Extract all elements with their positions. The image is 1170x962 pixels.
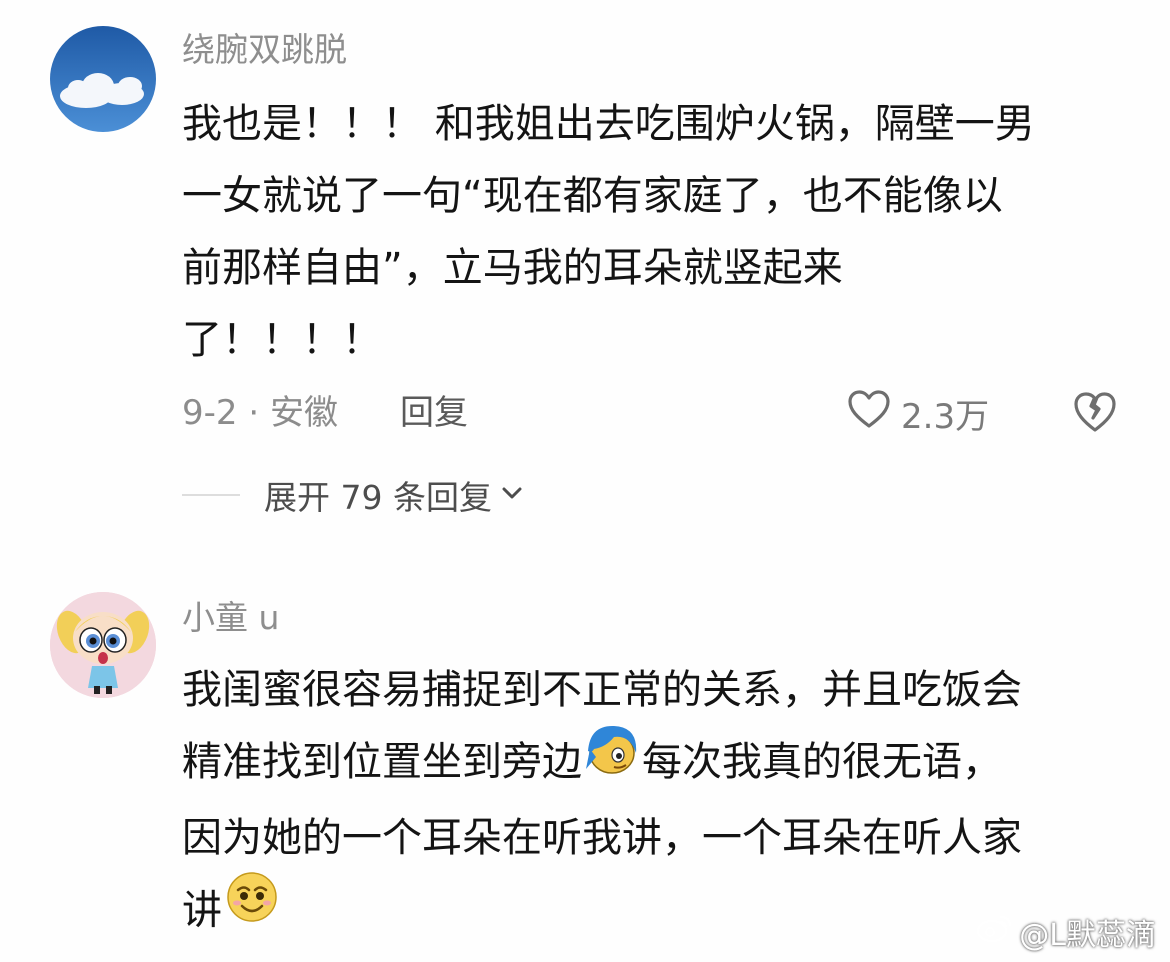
divider: [182, 494, 240, 496]
comment-item: 绕腕双跳脱 我也是！！！ 和我姐出去吃围炉火锅，隔壁一男 一女就说了一句“现在都…: [0, 0, 1170, 540]
like-count: 2.3万: [901, 396, 990, 437]
avatar[interactable]: [50, 26, 156, 132]
expand-replies-label: 展开 79 条回复: [264, 478, 492, 517]
reply-button[interactable]: 回复: [400, 388, 468, 438]
watermark: @L默蕊滴: [975, 910, 1156, 954]
weibo-logo-icon: [975, 913, 1013, 951]
comment-text: 我闺蜜很容易捕捉到不正常的关系，并且吃饭会 精准找到位置坐到旁边 每次我真的很无…: [182, 654, 1142, 951]
comment-line: 因为她的一个耳朵在听我讲，一个耳朵在听人家: [182, 814, 1022, 861]
dislike-button[interactable]: [1072, 390, 1118, 443]
expand-replies[interactable]: 展开 79 条回复: [182, 470, 524, 520]
blue-hair-face-emoji: [584, 723, 640, 798]
heart-icon: [847, 389, 891, 438]
date-location: 9-2 · 安徽: [182, 393, 338, 433]
comment-line: 我闺蜜很容易捕捉到不正常的关系，并且吃饭会: [182, 667, 1022, 713]
smiling-face-emoji: [224, 870, 280, 947]
comment-line-part: 每次我真的很无语，: [642, 739, 1002, 785]
comment-meta: 9-2 · 安徽 回复 2.3万: [182, 388, 1142, 438]
username[interactable]: 绕腕双跳脱: [182, 30, 347, 70]
broken-heart-icon: [1072, 392, 1118, 443]
comment-item: 小童 u 我闺蜜很容易捕捉到不正常的关系，并且吃饭会 精准找到位置坐到旁边 每次…: [0, 560, 1170, 962]
comment-line: 精准找到位置坐到旁边 每次我真的很无语，: [182, 723, 1142, 802]
chevron-down-icon: [500, 485, 524, 505]
comment-line: 前那样自由”，立马我的耳朵就竖起来: [182, 245, 843, 291]
watermark-text: @L默蕊滴: [1019, 918, 1156, 953]
comment-line: 我也是！！！ 和我姐出去吃围炉火锅，隔壁一男: [182, 101, 1035, 147]
comment-line: 一女就说了一句“现在都有家庭了，也不能像以: [182, 173, 1003, 219]
like-button[interactable]: 2.3万: [847, 388, 989, 438]
avatar[interactable]: [50, 592, 156, 698]
comment-text: 我也是！！！ 和我姐出去吃围炉火锅，隔壁一男 一女就说了一句“现在都有家庭了，也…: [182, 88, 1142, 376]
username[interactable]: 小童 u: [182, 598, 279, 638]
comment-line-part: 精准找到位置坐到旁边: [182, 739, 582, 785]
comment-line: 了！！！！: [182, 317, 382, 363]
comment-line-part: 讲: [182, 887, 222, 933]
